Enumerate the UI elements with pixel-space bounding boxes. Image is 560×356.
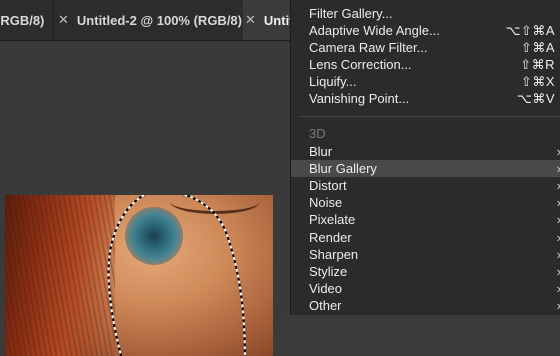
menu-item-sharpen[interactable]: Sharpen › xyxy=(291,246,560,263)
menu-item-blur[interactable]: Blur › xyxy=(291,143,560,160)
chevron-right-icon: › xyxy=(557,230,560,245)
chevron-right-icon: › xyxy=(557,212,560,227)
menu-item-camera-raw-filter[interactable]: Camera Raw Filter... ⇧⌘A xyxy=(291,39,560,56)
chevron-right-icon: › xyxy=(557,161,560,176)
chevron-right-icon: › xyxy=(557,178,560,193)
filter-menu: Filter Gallery... Adaptive Wide Angle...… xyxy=(290,0,560,315)
workspace-area xyxy=(0,41,290,356)
menu-item-liquify[interactable]: Liquify... ⇧⌘X xyxy=(291,73,560,90)
menu-item-pixelate[interactable]: Pixelate › xyxy=(291,211,560,228)
shortcut-label: ⌥⌘V xyxy=(516,90,555,106)
menu-item-adaptive-wide-angle[interactable]: Adaptive Wide Angle... ⌥⇧⌘A xyxy=(291,22,560,39)
menu-item-filter-gallery[interactable]: Filter Gallery... xyxy=(291,5,560,22)
close-icon[interactable]: ✕ xyxy=(245,12,256,28)
shortcut-label: ⇧⌘R xyxy=(520,56,555,72)
chevron-right-icon: › xyxy=(557,144,560,159)
menu-item-distort[interactable]: Distort › xyxy=(291,177,560,194)
menu-item-other[interactable]: Other › xyxy=(291,297,560,314)
shortcut-label: ⇧⌘A xyxy=(520,39,555,55)
shortcut-label: ⌥⇧⌘A xyxy=(505,22,555,38)
document-tab-1[interactable]: (RGB/8) xyxy=(0,0,44,40)
menu-item-blur-gallery[interactable]: Blur Gallery › xyxy=(291,160,560,177)
menu-item-stylize[interactable]: Stylize › xyxy=(291,263,560,280)
menu-item-3d: 3D xyxy=(309,126,326,141)
menu-item-noise[interactable]: Noise › xyxy=(291,194,560,211)
shortcut-label: ⇧⌘X xyxy=(520,73,555,89)
chevron-right-icon: › xyxy=(557,264,560,279)
chevron-right-icon: › xyxy=(557,281,560,296)
menu-item-lens-correction[interactable]: Lens Correction... ⇧⌘R xyxy=(291,56,560,73)
document-canvas[interactable] xyxy=(5,195,273,356)
menu-item-render[interactable]: Render › xyxy=(291,229,560,246)
tab-label: Untitled-2 @ 100% (RGB/8) * xyxy=(76,12,251,28)
menu-item-vanishing-point[interactable]: Vanishing Point... ⌥⌘V xyxy=(291,90,560,107)
tab-label: (RGB/8) xyxy=(0,12,45,28)
close-icon[interactable]: ✕ xyxy=(58,12,69,28)
chevron-right-icon: › xyxy=(557,298,560,313)
document-tab-bar: (RGB/8) ✕ Untitled-2 @ 100% (RGB/8) * ✕ … xyxy=(0,0,308,41)
menu-item-video[interactable]: Video › xyxy=(291,280,560,297)
lasso-selection-marquee xyxy=(107,195,246,356)
menu-separator xyxy=(299,116,560,117)
document-tab-2[interactable]: ✕ Untitled-2 @ 100% (RGB/8) * xyxy=(53,0,251,40)
chevron-right-icon: › xyxy=(557,247,560,262)
chevron-right-icon: › xyxy=(557,195,560,210)
